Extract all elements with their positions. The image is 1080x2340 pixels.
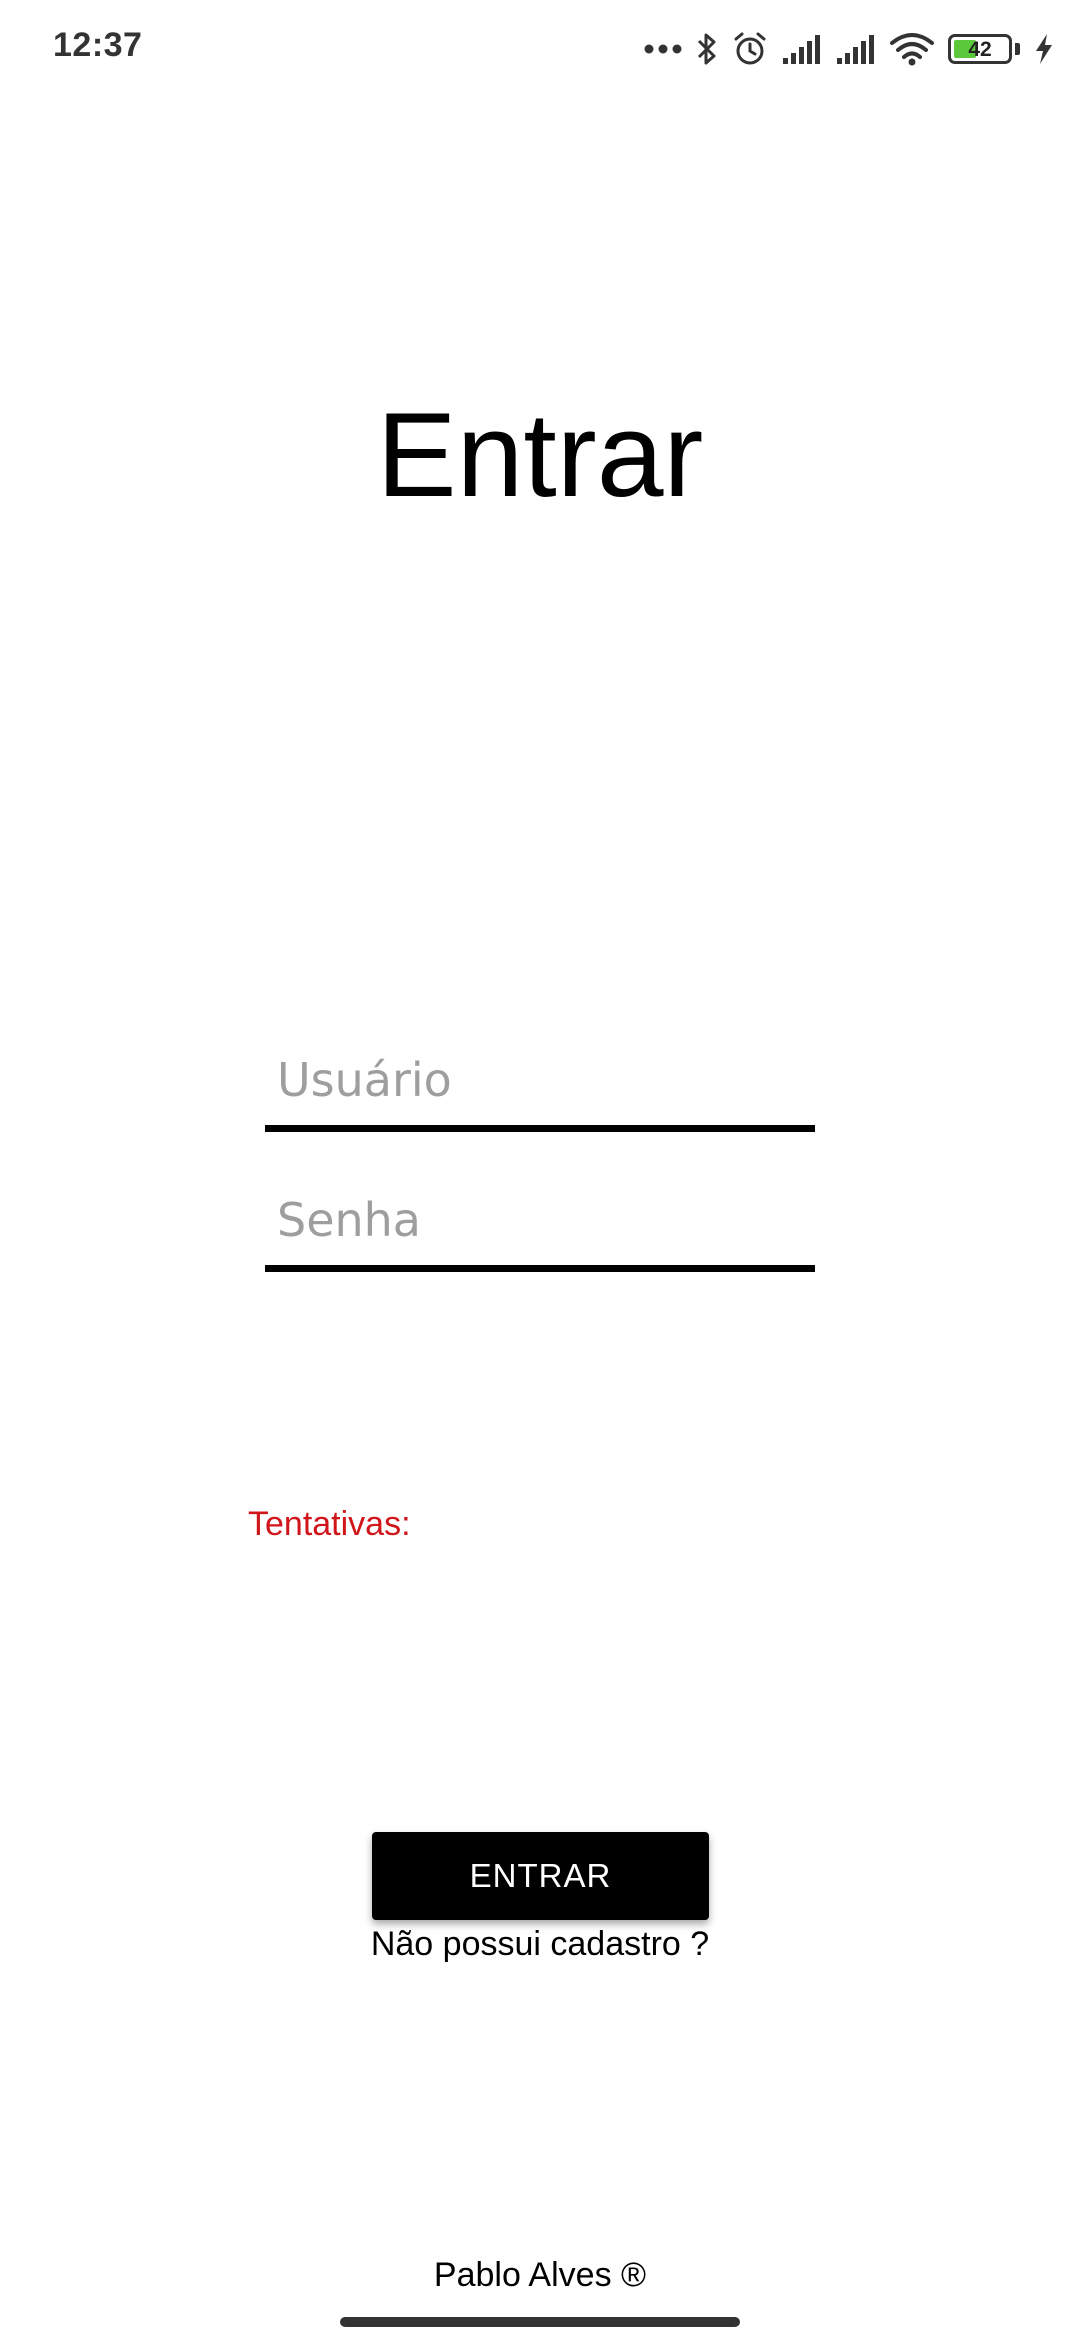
bluetooth-icon [696,31,718,67]
footer-credit: Pablo Alves ® [433,2256,647,2294]
battery-level: 42 [968,37,992,61]
username-underline [265,1125,815,1132]
page-title: Entrar [376,388,704,522]
signal-icon [782,34,822,64]
status-time: 12:37 [53,26,143,64]
more-dots-icon [644,43,682,55]
password-underline [265,1265,815,1272]
password-input[interactable] [265,1170,815,1270]
password-field [265,1170,815,1272]
signup-link[interactable]: Não possui cadastro ? [0,1925,1080,1964]
username-input[interactable] [265,1030,815,1130]
status-icons: 42 [644,26,1054,72]
signal-icon [836,34,876,64]
wifi-icon [890,32,934,66]
login-button[interactable]: ENTRAR [372,1832,709,1920]
alarm-icon [732,31,768,67]
battery-cap [1015,43,1020,55]
charging-icon [1034,33,1054,65]
status-bar: 12:37 42 [0,0,1080,96]
attempts-label: Tentativas: [248,1505,411,1543]
home-indicator[interactable] [340,2317,740,2327]
battery-icon: 42 [948,34,1012,64]
username-field [265,1030,815,1132]
